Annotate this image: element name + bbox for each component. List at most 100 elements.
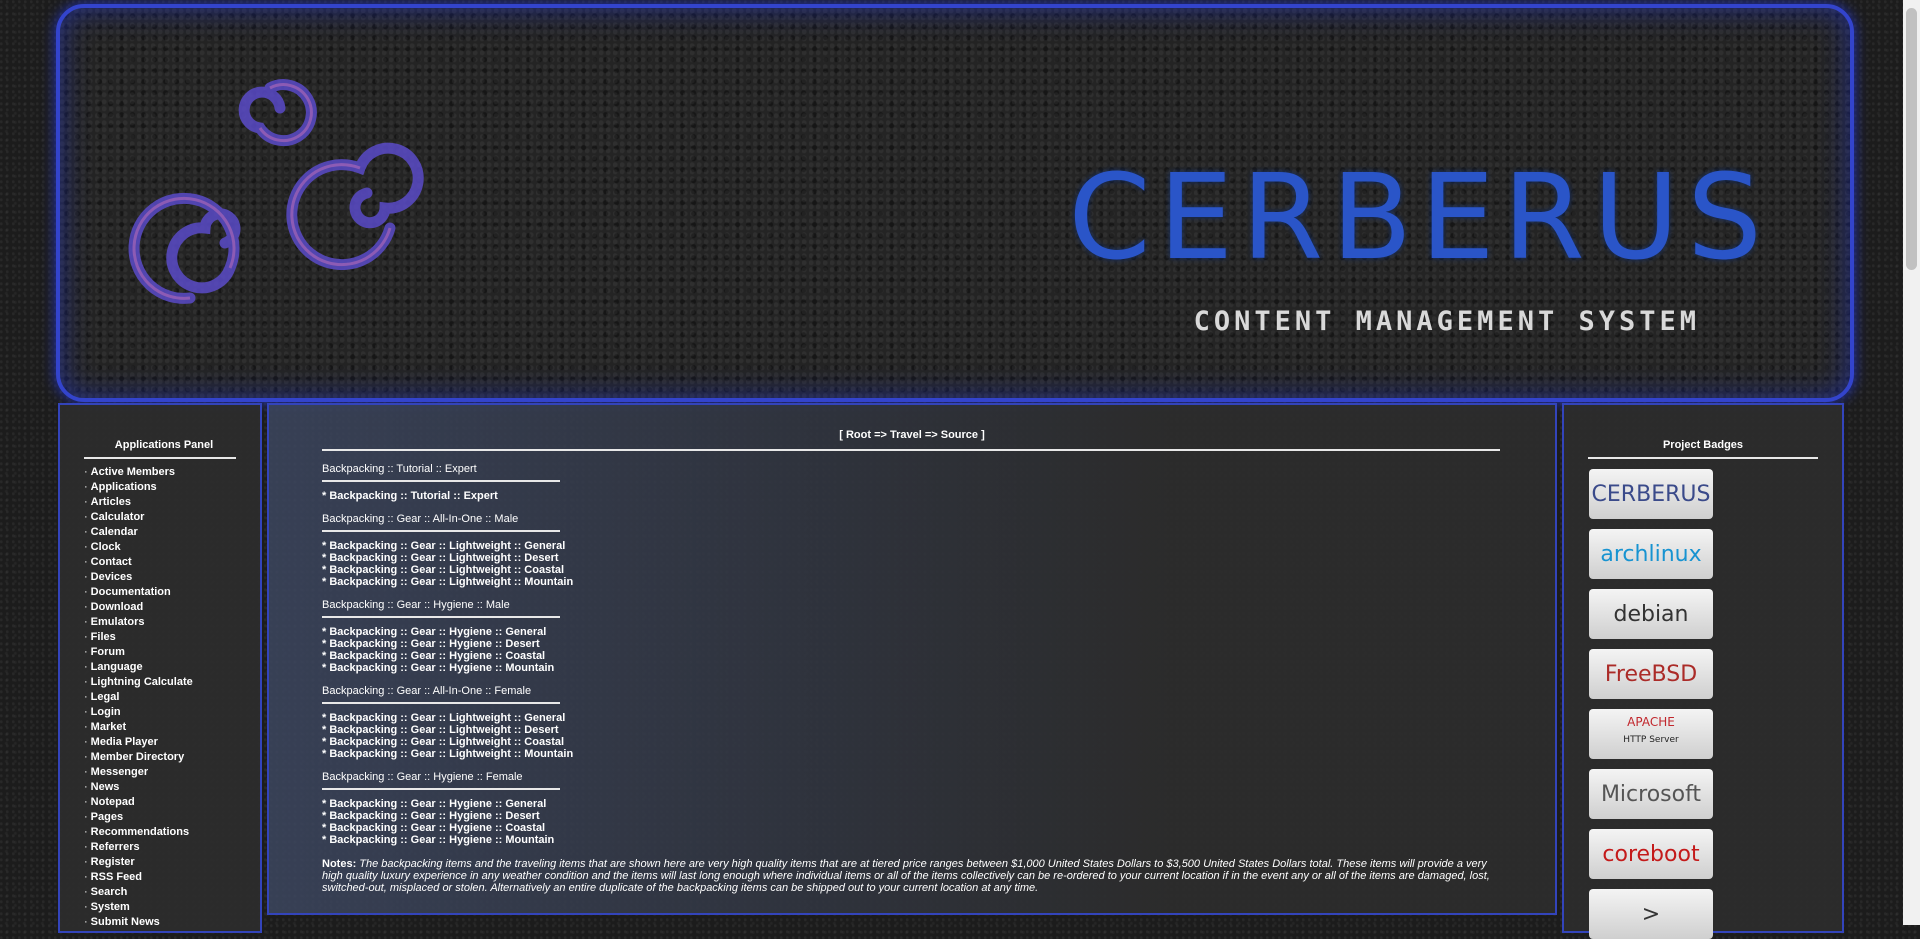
sidebar-item-articles[interactable]: · Articles xyxy=(84,495,260,510)
microsoft-badge[interactable]: Microsoft xyxy=(1589,769,1713,819)
sidebar-item-search[interactable]: · Search xyxy=(84,885,260,900)
bullet-icon: · xyxy=(84,871,88,883)
sidebar-item-recommendations[interactable]: · Recommendations xyxy=(84,825,260,840)
sidebar-item-label[interactable]: News xyxy=(91,781,120,793)
apache-badge[interactable]: APACHE HTTP Server xyxy=(1589,709,1713,759)
sidebar-item-lightning-calculate[interactable]: · Lightning Calculate xyxy=(84,675,260,690)
sidebar-item-calendar[interactable]: · Calendar xyxy=(84,525,260,540)
content-link[interactable]: * Backpacking :: Gear :: Hygiene :: Gene… xyxy=(322,798,1492,810)
sidebar-item-system[interactable]: · System xyxy=(84,900,260,915)
content-link[interactable]: * Backpacking :: Gear :: Lightweight :: … xyxy=(322,552,1492,564)
section-title: Backpacking :: Gear :: All-In-One :: Mal… xyxy=(322,513,519,525)
content-link[interactable]: * Backpacking :: Gear :: Lightweight :: … xyxy=(322,748,1492,760)
sidebar-item-language[interactable]: · Language xyxy=(84,660,260,675)
scrollbar-thumb[interactable] xyxy=(1906,8,1917,270)
bullet-icon: · xyxy=(84,766,88,778)
applications-panel-heading: Applications Panel xyxy=(114,439,214,451)
sidebar-item-label[interactable]: Calendar xyxy=(91,526,138,538)
sidebar-item-label[interactable]: System xyxy=(91,901,130,913)
sidebar-item-label[interactable]: Download xyxy=(91,601,144,613)
sidebar-item-label[interactable]: Emulators xyxy=(91,616,145,628)
sidebar-item-label[interactable]: Language xyxy=(91,661,143,673)
sidebar-item-label[interactable]: Pages xyxy=(91,811,123,823)
sidebar-item-forum[interactable]: · Forum xyxy=(84,645,260,660)
sidebar-item-devices[interactable]: · Devices xyxy=(84,570,260,585)
sidebar-item-label[interactable]: Recommendations xyxy=(91,826,189,838)
content-link[interactable]: * Backpacking :: Gear :: Hygiene :: Moun… xyxy=(322,662,1492,674)
sidebar-item-label[interactable]: Messenger xyxy=(91,766,148,778)
content-link[interactable]: * Backpacking :: Gear :: Lightweight :: … xyxy=(322,724,1492,736)
sidebar-item-label[interactable]: Calculator xyxy=(91,511,145,523)
sidebar-item-label[interactable]: Login xyxy=(91,706,121,718)
content-link[interactable]: * Backpacking :: Gear :: Lightweight :: … xyxy=(322,540,1492,552)
bullet-icon: · xyxy=(84,841,88,853)
archlinux-badge[interactable]: archlinux xyxy=(1589,529,1713,579)
section-title: Backpacking :: Gear :: Hygiene :: Female xyxy=(322,771,523,783)
content-link[interactable]: * Backpacking :: Gear :: Lightweight :: … xyxy=(322,564,1492,576)
sidebar-item-label[interactable]: Legal xyxy=(91,691,120,703)
content-link[interactable]: * Backpacking :: Gear :: Hygiene :: Coas… xyxy=(322,822,1492,834)
sidebar-item-pages[interactable]: · Pages xyxy=(84,810,260,825)
bullet-icon: · xyxy=(84,571,88,583)
sidebar-item-files[interactable]: · Files xyxy=(84,630,260,645)
sidebar-item-label[interactable]: Clock xyxy=(91,541,121,553)
content-link[interactable]: * Backpacking :: Gear :: Lightweight :: … xyxy=(322,712,1492,724)
sidebar-item-login[interactable]: · Login xyxy=(84,705,260,720)
sidebar-item-label[interactable]: Articles xyxy=(91,496,131,508)
sidebar-item-download[interactable]: · Download xyxy=(84,600,260,615)
project-badges-panel: Project Badges CERBERUS archlinux debian Fr… xyxy=(1562,403,1844,939)
sidebar-item-media-player[interactable]: · Media Player xyxy=(84,735,260,750)
sidebar-item-notepad[interactable]: · Notepad xyxy=(84,795,260,810)
sidebar-item-label[interactable]: Devices xyxy=(91,571,133,583)
terminal-badge-label: > xyxy=(1641,902,1661,927)
sidebar-item-label[interactable]: Notepad xyxy=(91,796,135,808)
debian-badge[interactable]: debian xyxy=(1589,589,1713,639)
sidebar-item-submit-news[interactable]: · Submit News xyxy=(84,915,260,930)
coreboot-badge[interactable]: coreboot xyxy=(1589,829,1713,879)
content-link[interactable]: * Backpacking :: Gear :: Hygiene :: Gene… xyxy=(322,626,1492,638)
sidebar-item-market[interactable]: · Market xyxy=(84,720,260,735)
sidebar-item-emulators[interactable]: · Emulators xyxy=(84,615,260,630)
content-link[interactable]: * Backpacking :: Gear :: Hygiene :: Dese… xyxy=(322,810,1492,822)
content-link[interactable]: * Backpacking :: Gear :: Lightweight :: … xyxy=(322,576,1492,588)
sidebar-item-legal[interactable]: · Legal xyxy=(84,690,260,705)
sidebar-item-clock[interactable]: · Clock xyxy=(84,540,260,555)
sidebar-item-label[interactable]: Lightning Calculate xyxy=(91,676,193,688)
sidebar-item-label[interactable]: Documentation xyxy=(91,586,171,598)
page-scrollbar[interactable] xyxy=(1903,0,1920,925)
sidebar-item-member-directory[interactable]: · Member Directory xyxy=(84,750,260,765)
sidebar-item-applications[interactable]: · Applications xyxy=(84,480,260,495)
sidebar-item-label[interactable]: RSS Feed xyxy=(91,871,142,883)
sidebar-item-label[interactable]: Active Members xyxy=(91,466,175,478)
content-link[interactable]: * Backpacking :: Gear :: Hygiene :: Coas… xyxy=(322,650,1492,662)
sidebar-item-rss-feed[interactable]: · RSS Feed xyxy=(84,870,260,885)
content-link[interactable]: * Backpacking :: Gear :: Hygiene :: Moun… xyxy=(322,834,1492,846)
sidebar-item-active-members[interactable]: · Active Members xyxy=(84,465,260,480)
sidebar-item-news[interactable]: · News xyxy=(84,780,260,795)
microsoft-badge-label: Microsoft xyxy=(1600,782,1702,807)
sidebar-item-documentation[interactable]: · Documentation xyxy=(84,585,260,600)
sidebar-item-label[interactable]: Applications xyxy=(91,481,157,493)
freebsd-badge[interactable]: FreeBSD xyxy=(1589,649,1713,699)
content-link[interactable]: * Backpacking :: Gear :: Lightweight :: … xyxy=(322,736,1492,748)
content-link[interactable]: * Backpacking :: Gear :: Hygiene :: Dese… xyxy=(322,638,1492,650)
sidebar-item-register[interactable]: · Register xyxy=(84,855,260,870)
sidebar-item-contact[interactable]: · Contact xyxy=(84,555,260,570)
sidebar-item-label[interactable]: Market xyxy=(91,721,126,733)
terminal-badge[interactable]: > xyxy=(1589,889,1713,939)
sidebar-item-label[interactable]: Register xyxy=(91,856,135,868)
sidebar-item-label[interactable]: Member Directory xyxy=(91,751,185,763)
sidebar-item-calculator[interactable]: · Calculator xyxy=(84,510,260,525)
sidebar-item-label[interactable]: Files xyxy=(91,631,116,643)
content-link[interactable]: * Backpacking :: Tutorial :: Expert xyxy=(322,490,1492,502)
sidebar-item-label[interactable]: Media Player xyxy=(91,736,158,748)
sidebar-item-label[interactable]: Forum xyxy=(91,646,125,658)
sidebar-item-label[interactable]: Contact xyxy=(91,556,132,568)
sidebar-item-messenger[interactable]: · Messenger xyxy=(84,765,260,780)
sidebar-item-label[interactable]: Referrers xyxy=(91,841,140,853)
cerberus-badge[interactable]: CERBERUS xyxy=(1589,469,1713,519)
sidebar-item-label[interactable]: Search xyxy=(91,886,128,898)
sidebar-item-label[interactable]: Submit News xyxy=(91,916,160,928)
sidebar-item-referrers[interactable]: · Referrers xyxy=(84,840,260,855)
banner-subtitle: CONTENT MANAGEMENT SYSTEM xyxy=(1193,306,1700,337)
